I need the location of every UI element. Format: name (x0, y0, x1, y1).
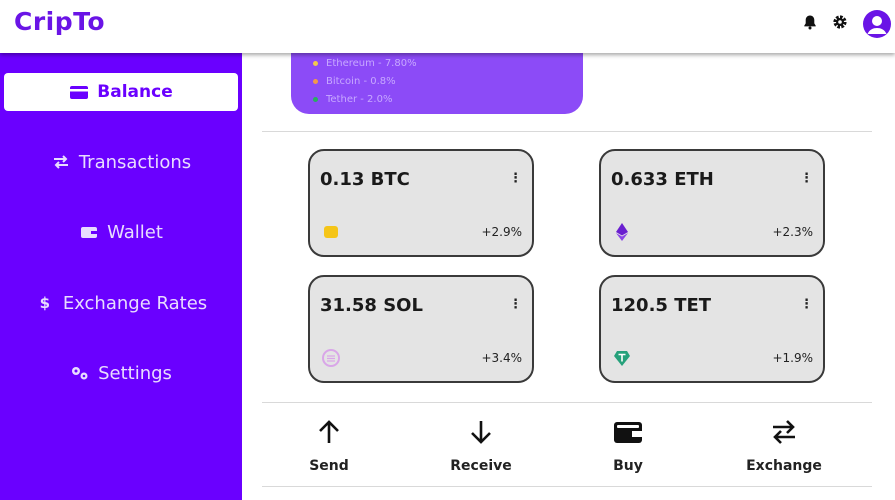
asset-amount: 31.58 SOL (320, 295, 423, 316)
more-vert-icon[interactable]: ⋮ (509, 171, 522, 186)
exchange-button[interactable]: Exchange (729, 418, 839, 474)
asset-card-tet[interactable]: 120.5 TET ⋮ +1.9% (599, 275, 825, 383)
arrows-swap-icon (769, 418, 799, 446)
bell-icon[interactable] (801, 13, 819, 31)
top-bar: CripTo (0, 0, 895, 53)
sidebar-item-label: Transactions (78, 151, 192, 173)
main-content: Ethereum - 7.80% Bitcoin - 0.8% Tether -… (242, 53, 895, 500)
user-avatar-icon[interactable] (863, 10, 891, 38)
gear-icon[interactable] (831, 13, 849, 31)
wallet-icon (613, 418, 643, 446)
action-label: Receive (450, 458, 512, 474)
tether-icon (613, 349, 631, 367)
divider (262, 402, 872, 403)
sidebar-item-settings[interactable]: Settings (4, 354, 238, 392)
asset-card-btc[interactable]: 0.13 BTC ⋮ +2.9% (308, 149, 534, 257)
app-logo[interactable]: CripTo (14, 7, 105, 36)
promo-line: Tether - 2.0% (313, 94, 392, 105)
sidebar-item-wallet[interactable]: Wallet (4, 213, 238, 251)
bullet-dot (313, 97, 318, 102)
more-vert-icon[interactable]: ⋮ (800, 171, 813, 186)
dollar-icon: $ (39, 294, 51, 312)
bullet-dot (313, 79, 318, 84)
solana-coin-icon (322, 349, 340, 367)
bitcoin-coin-icon (322, 223, 340, 241)
asset-change: +1.9% (772, 351, 813, 365)
asset-amount: 120.5 TET (611, 295, 712, 316)
buy-button[interactable]: Buy (573, 418, 683, 474)
sidebar-item-label: Exchange Rates (62, 292, 208, 314)
asset-amount: 0.633 ETH (611, 169, 714, 190)
asset-change: +2.3% (772, 225, 813, 239)
divider (262, 486, 872, 487)
more-vert-icon[interactable]: ⋮ (509, 297, 522, 312)
promo-line: Bitcoin - 0.8% (313, 76, 396, 87)
arrows-swap-icon (51, 154, 71, 170)
sidebar-item-exchange-rates[interactable]: $ Exchange Rates (4, 284, 238, 322)
asset-change: +3.4% (481, 351, 522, 365)
asset-card-sol[interactable]: 31.58 SOL ⋮ +3.4% (308, 275, 534, 383)
sidebar-item-label: Balance (97, 82, 173, 102)
gears-icon (70, 365, 90, 381)
ethereum-icon (613, 223, 631, 241)
wallet-icon (79, 224, 99, 240)
arrow-down-icon (466, 418, 496, 446)
action-label: Send (309, 458, 349, 474)
promo-line: Ethereum - 7.80% (313, 58, 417, 69)
asset-card-eth[interactable]: 0.633 ETH ⋮ +2.3% (599, 149, 825, 257)
sidebar-item-label: Settings (98, 362, 172, 384)
action-label: Buy (613, 458, 643, 474)
promo-panel: Ethereum - 7.80% Bitcoin - 0.8% Tether -… (291, 53, 583, 114)
send-button[interactable]: Send (274, 418, 384, 474)
sidebar: Balance Transactions Wallet $ Exchange R… (0, 53, 242, 500)
credit-card-icon (69, 84, 89, 100)
sidebar-item-transactions[interactable]: Transactions (4, 143, 238, 181)
more-vert-icon[interactable]: ⋮ (800, 297, 813, 312)
sidebar-item-balance[interactable]: Balance (4, 73, 238, 111)
asset-change: +2.9% (481, 225, 522, 239)
sidebar-item-label: Wallet (107, 221, 163, 243)
divider (262, 131, 872, 132)
receive-button[interactable]: Receive (426, 418, 536, 474)
arrow-up-icon (314, 418, 344, 446)
bullet-dot (313, 61, 318, 66)
asset-amount: 0.13 BTC (320, 169, 410, 190)
action-label: Exchange (746, 458, 822, 474)
